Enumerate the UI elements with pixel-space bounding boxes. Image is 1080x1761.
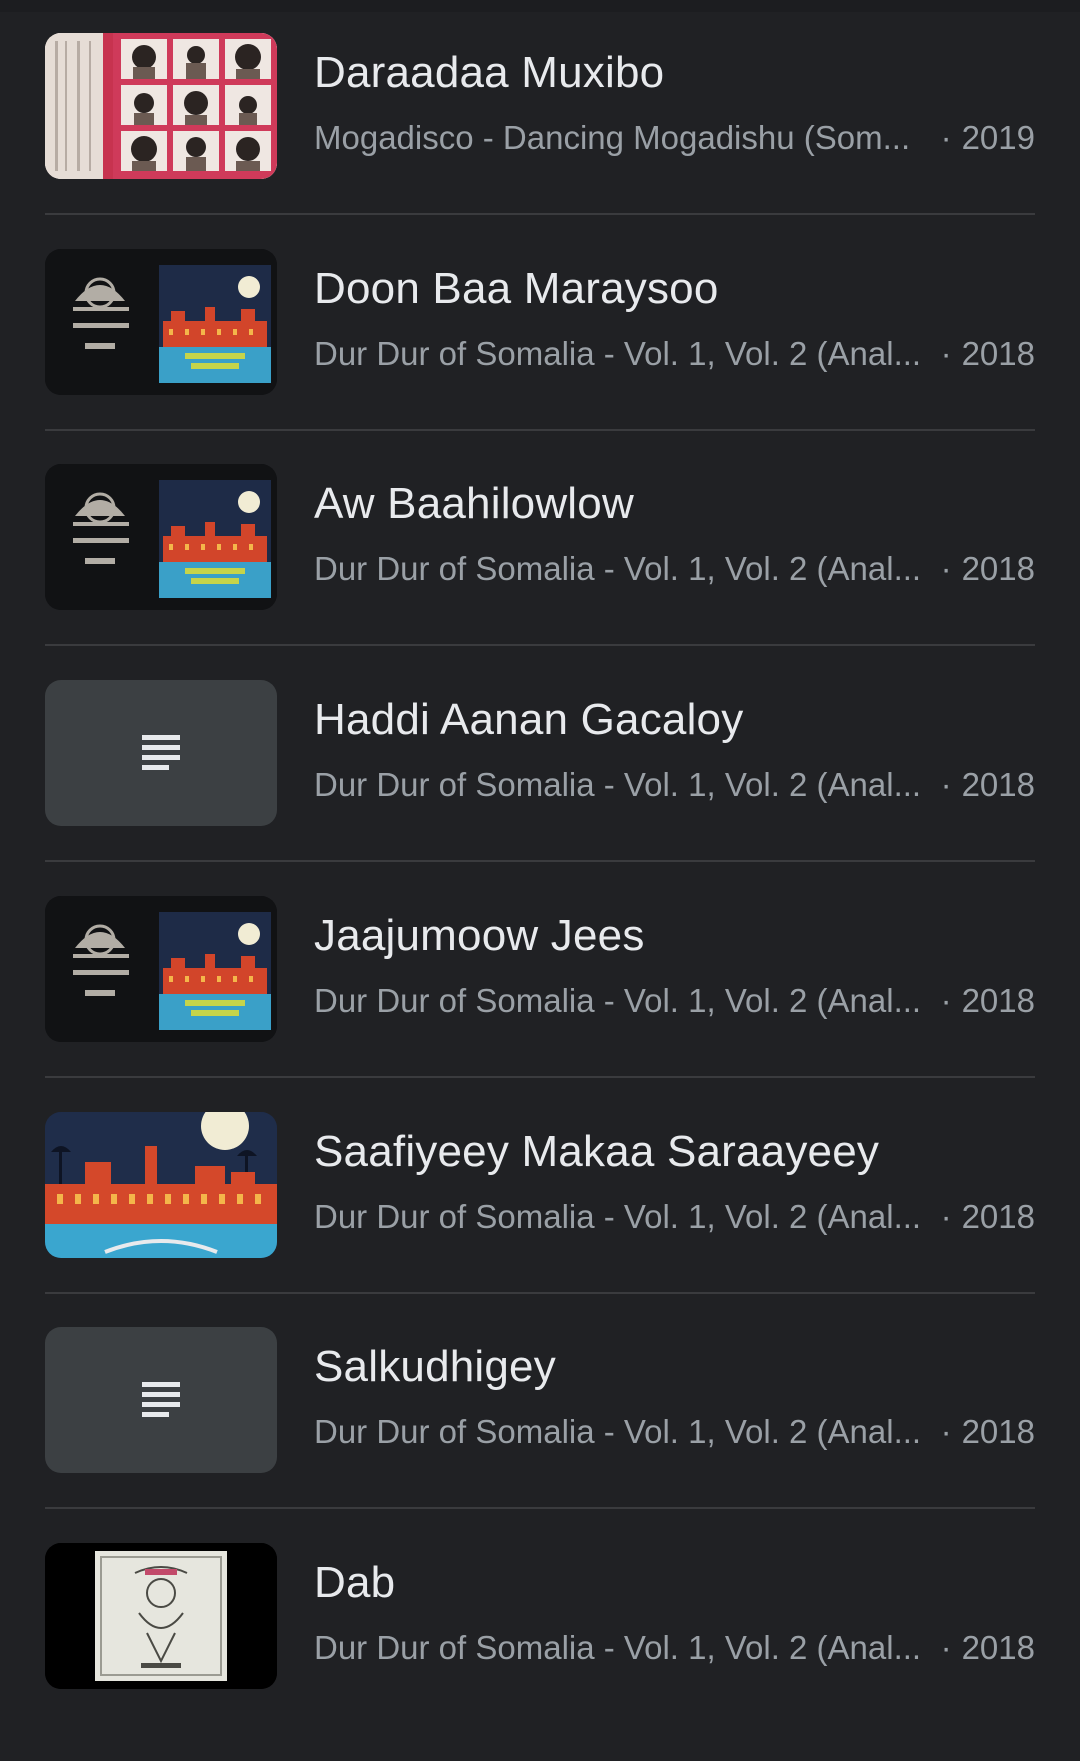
- track-album: Dur Dur of Somalia - Vol. 1, Vol. 2 (Ana…: [314, 1629, 922, 1666]
- track-title: Saafiyeey Makaa Saraayeey: [314, 1127, 880, 1176]
- track-title: Aw Baahilowlow: [314, 479, 634, 528]
- separator-dot: ·: [940, 1629, 952, 1666]
- track-title: Dab: [314, 1558, 396, 1607]
- separator-dot: ·: [940, 119, 952, 156]
- track-subtitle: Dur Dur of Somalia - Vol. 1, Vol. 2 (Ana…: [314, 335, 1035, 373]
- divider: [45, 213, 1035, 215]
- divider: [45, 429, 1035, 431]
- status-strip: [0, 0, 1080, 12]
- track-subtitle: Dur Dur of Somalia - Vol. 1, Vol. 2 (Ana…: [314, 1413, 1035, 1451]
- track-subtitle: Mogadisco - Dancing Mogadishu (Som... · 2…: [314, 119, 1035, 157]
- track-album: Dur Dur of Somalia - Vol. 1, Vol. 2 (Ana…: [314, 335, 922, 372]
- track-title: Salkudhigey: [314, 1342, 556, 1391]
- divider: [45, 1076, 1035, 1078]
- track-album: Dur Dur of Somalia - Vol. 1, Vol. 2 (Ana…: [314, 1413, 922, 1450]
- track-album: Dur Dur of Somalia - Vol. 1, Vol. 2 (Ana…: [314, 550, 922, 587]
- track-year: 2018: [961, 982, 1035, 1019]
- lyrics-placeholder-icon: [142, 735, 180, 771]
- track-row[interactable]: Saafiyeey Makaa Saraayeey Dur Dur of Som…: [45, 1112, 1035, 1327]
- divider: [45, 860, 1035, 862]
- separator-dot: ·: [940, 335, 952, 372]
- lyrics-placeholder-icon: [142, 1382, 180, 1418]
- album-art-mogadisco: [45, 33, 277, 179]
- track-album: Mogadisco - Dancing Mogadishu (Som...: [314, 119, 911, 156]
- track-title: Jaajumoow Jees: [314, 911, 645, 960]
- divider: [45, 1507, 1035, 1509]
- track-year: 2019: [961, 119, 1035, 156]
- track-row[interactable]: Haddi Aanan Gacaloy Dur Dur of Somalia -…: [45, 680, 1035, 895]
- track-album: Dur Dur of Somalia - Vol. 1, Vol. 2 (Ana…: [314, 1198, 922, 1235]
- track-year: 2018: [961, 335, 1035, 372]
- separator-dot: ·: [940, 766, 952, 803]
- divider: [45, 1292, 1035, 1294]
- track-title: Daraadaa Muxibo: [314, 48, 665, 97]
- track-row[interactable]: Aw Baahilowlow Dur Dur of Somalia - Vol.…: [45, 464, 1035, 679]
- track-row[interactable]: Jaajumoow Jees Dur Dur of Somalia - Vol.…: [45, 896, 1035, 1111]
- divider: [45, 644, 1035, 646]
- track-subtitle: Dur Dur of Somalia - Vol. 1, Vol. 2 (Ana…: [314, 1629, 1035, 1667]
- track-row[interactable]: Dab Dur Dur of Somalia - Vol. 1, Vol. 2 …: [45, 1543, 1035, 1758]
- album-art-durdur: [45, 464, 277, 610]
- album-art-durdur: [45, 896, 277, 1042]
- track-subtitle: Dur Dur of Somalia - Vol. 1, Vol. 2 (Ana…: [314, 550, 1035, 588]
- track-year: 2018: [961, 1413, 1035, 1450]
- track-subtitle: Dur Dur of Somalia - Vol. 1, Vol. 2 (Ana…: [314, 1198, 1035, 1236]
- track-year: 2018: [961, 550, 1035, 587]
- track-title: Doon Baa Maraysoo: [314, 264, 719, 313]
- album-art-placeholder: [45, 680, 277, 826]
- track-row[interactable]: Daraadaa Muxibo Mogadisco - Dancing Moga…: [45, 33, 1035, 248]
- track-album: Dur Dur of Somalia - Vol. 1, Vol. 2 (Ana…: [314, 982, 922, 1019]
- track-subtitle: Dur Dur of Somalia - Vol. 1, Vol. 2 (Ana…: [314, 766, 1035, 804]
- track-subtitle: Dur Dur of Somalia - Vol. 1, Vol. 2 (Ana…: [314, 982, 1035, 1020]
- track-year: 2018: [961, 1198, 1035, 1235]
- album-art-durdur-sketch: [45, 1543, 277, 1689]
- separator-dot: ·: [940, 1198, 952, 1235]
- separator-dot: ·: [940, 550, 952, 587]
- album-art-durdur: [45, 249, 277, 395]
- track-row[interactable]: Doon Baa Maraysoo Dur Dur of Somalia - V…: [45, 249, 1035, 464]
- album-art-placeholder: [45, 1327, 277, 1473]
- track-year: 2018: [961, 766, 1035, 803]
- album-art-durdur-city: [45, 1112, 277, 1258]
- separator-dot: ·: [940, 982, 952, 1019]
- track-row[interactable]: Salkudhigey Dur Dur of Somalia - Vol. 1,…: [45, 1327, 1035, 1542]
- separator-dot: ·: [940, 1413, 952, 1450]
- track-album: Dur Dur of Somalia - Vol. 1, Vol. 2 (Ana…: [314, 766, 922, 803]
- track-title: Haddi Aanan Gacaloy: [314, 695, 744, 744]
- track-year: 2018: [961, 1629, 1035, 1666]
